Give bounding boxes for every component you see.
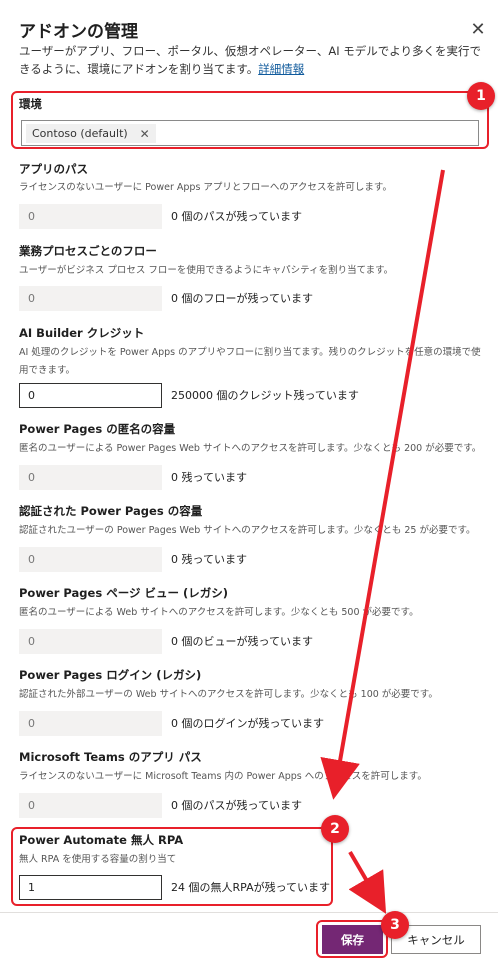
environment-picker[interactable]: Contoso (default) ✕ [21,120,479,146]
panel-description: ユーザーがアプリ、フロー、ポータル、仮想オペレーター、AI モデルでより多くを実… [19,42,484,78]
section-desc-unattended-rpa: 無人 RPA を使用する容量の割り当て [19,854,177,865]
environment-label: 環境 [19,97,42,111]
manage-addons-panel: アドオンの管理 ✕ ユーザーがアプリ、フロー、ポータル、仮想オペレーター、AI … [0,0,498,958]
logins-input[interactable] [19,711,162,736]
annotation-badge-3: 3 [381,911,409,939]
section-desc-logins: 認証された外部ユーザーの Web サイトへのアクセスを許可します。少なくとも 1… [19,689,438,700]
annotation-badge-2: 2 [321,815,349,843]
section-desc-per-flow: ユーザーがビジネス プロセス フローを使用できるようにキャパシティを割り当てます… [19,265,394,276]
app-passes-remaining: 0 個のパスが残っています [171,210,302,223]
teams-passes-remaining: 0 個のパスが残っています [171,799,302,812]
unattended-rpa-input[interactable] [19,875,162,900]
logins-remaining: 0 個のログインが残っています [171,717,324,730]
ai-builder-remaining: 250000 個のクレジット残っています [171,389,359,402]
app-passes-input[interactable] [19,204,162,229]
pages-authenticated-remaining: 0 残っています [171,553,247,566]
save-button[interactable]: 保存 [322,925,383,954]
section-title-unattended-rpa: Power Automate 無人 RPA [19,833,184,847]
remove-chip-icon[interactable]: ✕ [140,127,150,141]
unattended-rpa-remaining: 24 個の無人RPAが残っています [171,881,331,894]
section-desc-page-views: 匿名のユーザーによる Web サイトへのアクセスを許可します。少なくとも 500… [19,607,419,618]
section-title-app-passes: アプリのパス [19,162,88,176]
teams-passes-input[interactable] [19,793,162,818]
section-title-pages-authenticated: 認証された Power Pages の容量 [19,504,203,518]
per-flow-input[interactable] [19,286,162,311]
learn-more-link[interactable]: 詳細情報 [258,62,304,76]
page-views-remaining: 0 個のビューが残っています [171,635,313,648]
environment-chip-label: Contoso (default) [32,127,128,140]
section-title-ai-builder: AI Builder クレジット [19,326,145,340]
section-desc-app-passes: ライセンスのないユーザーに Power Apps アプリとフローへのアクセスを許… [19,182,392,193]
environment-chip: Contoso (default) ✕ [26,124,156,143]
close-icon[interactable]: ✕ [468,20,488,40]
section-desc-teams-passes: ライセンスのないユーザーに Microsoft Teams 内の Power A… [19,771,427,782]
per-flow-remaining: 0 個のフローが残っています [171,292,313,305]
footer-divider [0,912,498,913]
section-title-pages-anonymous: Power Pages の匿名の容量 [19,422,176,436]
section-title-logins: Power Pages ログイン (レガシ) [19,668,202,682]
section-desc-ai-builder: AI 処理のクレジットを Power Apps のアプリやフローに割り当てます。… [19,347,481,376]
section-title-page-views: Power Pages ページ ビュー (レガシ) [19,586,228,600]
section-title-teams-passes: Microsoft Teams のアプリ パス [19,750,202,764]
section-title-per-flow: 業務プロセスごとのフロー [19,244,157,258]
section-desc-pages-anonymous: 匿名のユーザーによる Power Pages Web サイトへのアクセスを許可し… [19,443,482,454]
page-views-input[interactable] [19,629,162,654]
pages-anonymous-input[interactable] [19,465,162,490]
panel-title: アドオンの管理 [19,22,138,42]
description-text: ユーザーがアプリ、フロー、ポータル、仮想オペレーター、AI モデルでより多くを実… [19,44,482,76]
pages-anonymous-remaining: 0 残っています [171,471,247,484]
pages-authenticated-input[interactable] [19,547,162,572]
annotation-badge-1: 1 [467,82,495,110]
section-desc-pages-authenticated: 認証されたユーザーの Power Pages Web サイトへのアクセスを許可し… [19,525,476,536]
ai-builder-input[interactable] [19,383,162,408]
